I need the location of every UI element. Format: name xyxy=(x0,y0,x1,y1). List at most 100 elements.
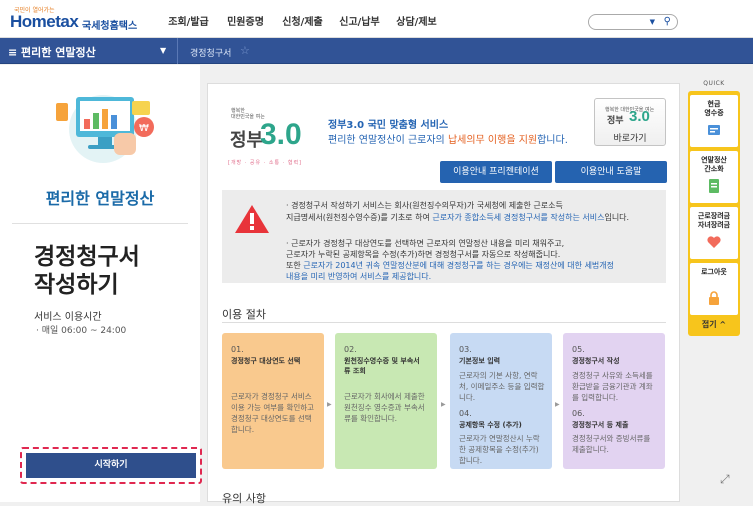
step-title: 원천징수영수증 및 부속서류 조회 xyxy=(344,357,420,375)
arrow-right-icon: ▶ xyxy=(441,401,446,408)
section-title: 편리한 연말정산 xyxy=(45,189,155,208)
step-title: 기본정보 입력 xyxy=(459,357,501,365)
gnb-filing[interactable]: 신고/납부 xyxy=(331,13,388,28)
step-number: 03. xyxy=(459,345,472,354)
page-title-line1: 경정청구서 xyxy=(34,244,140,270)
quick-logout[interactable]: 로그아웃 xyxy=(690,263,738,315)
step-number: 06. xyxy=(572,409,585,418)
notice2-text2: 근로자가 누락된 공제항목을 수정(추가)하면 경정청구서를 자동으로 작성해줍… xyxy=(286,250,561,259)
step-desc: 근로자가 회사에서 제출한 원천징수 영수증과 부속서류를 확인합니다. xyxy=(344,392,425,423)
gnb-consult[interactable]: 상담/제보 xyxy=(388,13,445,28)
step-number: 02. xyxy=(344,345,357,354)
gnb-application[interactable]: 신청/제출 xyxy=(274,13,331,28)
guide-help-button[interactable]: 이용안내 도움말 xyxy=(555,161,667,183)
step-desc: 근로자의 기본 사항, 연락처, 이메일주소 등을 입력합니다. xyxy=(459,371,545,402)
notice2-highlight: 근로자가 2014년 귀속 연말정산분에 대해 경정청구를 하는 경우에는 재정… xyxy=(303,261,615,270)
notice2-text: · 근로자가 경정청구 대상연도를 선택하면 근로자의 연말정산 내용을 미리 … xyxy=(286,239,565,248)
arrow-right-icon: ▶ xyxy=(327,401,332,408)
lock-icon xyxy=(709,291,719,305)
quick-collapse-button[interactable]: 접기 ^ xyxy=(690,319,738,330)
divider xyxy=(222,322,666,323)
search-icon[interactable]: ⚲ xyxy=(664,16,671,27)
notice1-highlight: 근로자가 종합소득세 경정청구서를 작성하는 서비스 xyxy=(432,213,605,222)
year-end-illustration: ₩ xyxy=(56,95,154,163)
top-header: 국민이 열어가는 Hometax 국세청홈택스 조회/발급 민원증명 신청/제출… xyxy=(0,0,753,38)
service-time-label: 서비스 이용시간 xyxy=(34,312,102,323)
quick-label: 로그아웃 xyxy=(701,268,727,276)
notice1-text2: 지급명세서(원천징수영수증)를 기초로 하여 xyxy=(286,213,433,222)
arrow-right-icon: ▶ xyxy=(555,401,560,408)
notice-box: · 경정청구서 작성하기 서비스는 회사(원천징수의무자)가 국세청에 제출한 … xyxy=(222,190,666,283)
quick-panel: 현금 영수증 연말정산 간소화 근로장려금 자녀장려금 로그아웃 접기 ^ xyxy=(688,91,740,336)
quick-heading: QUICK xyxy=(703,80,725,87)
shortcut-label: 바로가기 xyxy=(613,134,647,144)
service-heading: 정부3.0 국민 맞춤형 서비스 xyxy=(328,120,449,131)
chevron-down-icon[interactable]: ▼ xyxy=(650,18,655,26)
star-icon[interactable]: ☆ xyxy=(240,44,250,57)
step-title: 공제항목 수정 (추가) xyxy=(459,421,522,429)
step-title: 경정청구서 작성 xyxy=(572,357,620,365)
start-button[interactable]: 시작하기 xyxy=(26,453,196,478)
svg-text:₩: ₩ xyxy=(139,123,149,134)
step-card-3: 03. 기본정보 입력 근로자의 기본 사항, 연락처, 이메일주소 등을 입력… xyxy=(450,333,552,469)
gov30-text: 정부 xyxy=(230,130,264,150)
gnb-certificate[interactable]: 민원증명 xyxy=(217,13,274,28)
process-title: 이용 절차 xyxy=(222,308,266,321)
step-card-4: 05. 경정청구서 작성 경정청구 사유와 소득세를 환급받을 금융기관과 계좌… xyxy=(563,333,665,469)
heart-icon xyxy=(707,236,721,248)
guide-presentation-button[interactable]: 이용안내 프리젠테이션 xyxy=(440,161,552,183)
step-desc: 근로자가 연말정산시 누락한 공제항목을 수정(추가)합니다. xyxy=(459,434,540,465)
service-desc-end: 합니다. xyxy=(537,135,568,146)
notice2-prefix: 또한 xyxy=(286,261,304,270)
service-desc: 편리한 연말정산이 근로자의 납세의무 이행을 지원합니다. xyxy=(328,131,568,146)
logo-text: Hometax xyxy=(10,12,79,31)
receipt-icon xyxy=(708,125,720,135)
hometax-logo[interactable]: 국민이 열어가는 Hometax 국세청홈택스 xyxy=(10,6,160,32)
gov30-tags: [개방 · 공유 · 소통 · 협력] xyxy=(228,160,303,166)
page-title-line2: 작성하기 xyxy=(34,272,119,298)
expand-icon[interactable]: ⤢ xyxy=(720,472,730,487)
gov30-logo: 행복한 대한민국을 여는 정부 3.0 [개방 · 공유 · 소통 · 협력] xyxy=(218,96,318,171)
service-desc-text: 편리한 연말정산이 근로자의 xyxy=(328,135,448,146)
notice-paragraph-1: · 경정청구서 작성하기 서비스는 회사(원천징수의무자)가 국세청에 제출한 … xyxy=(286,200,658,224)
quick-label: 연말정산 간소화 xyxy=(701,156,727,173)
quick-simplified[interactable]: 연말정산 간소화 xyxy=(690,151,738,203)
start-button-highlight: 시작하기 xyxy=(20,447,202,484)
chevron-down-icon[interactable]: ▼ xyxy=(160,46,166,55)
left-panel: ₩ 편리한 연말정산 경정청구서 작성하기 서비스 이용시간 · 매일 06:0… xyxy=(0,65,200,502)
step-title: 경정청구 대상연도 선택 xyxy=(231,357,301,365)
page-title: 경정청구서 작성하기 xyxy=(34,243,140,299)
sub-navbar: ≡ 편리한 연말정산 ▼ 경정청구서 ☆ xyxy=(0,38,753,64)
shortcut-text: 정부 xyxy=(607,115,624,125)
step-desc: 근로자가 경정청구 서비스 이용 가능 여부를 확인하고 경정청구 대상연도를 … xyxy=(231,392,315,434)
quick-label: 근로장려금 자녀장려금 xyxy=(697,212,731,229)
warning-icon xyxy=(235,205,269,233)
gov30-number: 3.0 xyxy=(260,118,302,151)
notice-paragraph-2: · 근로자가 경정청구 대상연도를 선택하면 근로자의 연말정산 내용을 미리 … xyxy=(286,238,658,282)
logo-org: 국세청홈택스 xyxy=(82,21,138,32)
global-nav: 조회/발급 민원증명 신청/제출 신고/납부 상담/제보 xyxy=(160,13,445,28)
gov30-shortcut-button[interactable]: 행복한 대한민국을 여는 정부 3.0 바로가기 xyxy=(594,98,666,146)
quick-cash-receipt[interactable]: 현금 영수증 xyxy=(690,95,738,147)
shortcut-number: 3.0 xyxy=(629,108,650,125)
step-number: 05. xyxy=(572,345,585,354)
step-desc: 경정청구 사유와 소득세를 환급받을 금융기관과 계좌를 입력합니다. xyxy=(572,371,653,402)
step-desc: 경정청구서와 증빙서류를 제출합니다. xyxy=(572,434,651,454)
step-number: 04. xyxy=(459,409,472,418)
document-icon xyxy=(709,179,719,193)
divider xyxy=(177,38,178,64)
notice2-highlight2: 내용을 미리 반영하여 서비스를 제공합니다. xyxy=(286,272,432,281)
main-content: 행복한 대한민국을 여는 정부 3.0 [개방 · 공유 · 소통 · 협력] … xyxy=(207,83,680,505)
step-title: 경정청구서 등 제출 xyxy=(572,421,629,429)
caution-title: 유의 사항 xyxy=(222,492,266,505)
search-input[interactable]: ▼ ⚲ xyxy=(588,14,678,30)
gnb-inquiry[interactable]: 조회/발급 xyxy=(160,13,217,28)
service-desc-highlight: 납세의무 이행을 지원 xyxy=(447,135,538,146)
notice1-end: 입니다. xyxy=(604,213,630,222)
service-hours: · 매일 06:00 ~ 24:00 xyxy=(36,326,127,336)
quick-label: 현금 영수증 xyxy=(704,100,724,117)
quick-incentive[interactable]: 근로장려금 자녀장려금 xyxy=(690,207,738,259)
step-card-2: 02. 원천징수영수증 및 부속서류 조회 근로자가 회사에서 제출한 원천징수… xyxy=(335,333,437,469)
breadcrumb: 경정청구서 xyxy=(190,49,232,59)
menu-title[interactable]: ≡ 편리한 연말정산 xyxy=(8,44,96,60)
